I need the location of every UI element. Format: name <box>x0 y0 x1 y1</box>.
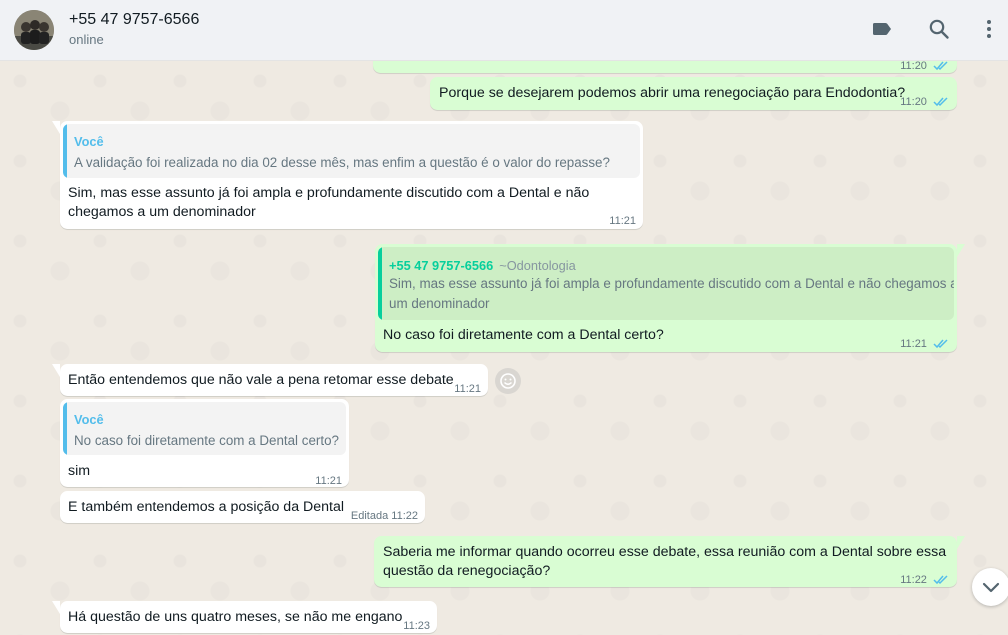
message-text: questão da renegociação? <box>383 563 551 579</box>
quoted-message[interactable]: +55 47 9757-6566 ~Odontologia Sim, mas es… <box>378 247 954 320</box>
message-text: No caso foi diretamente com a Dental cer… <box>383 327 664 343</box>
message-outgoing[interactable]: +55 47 9757-6566 ~Odontologia Sim, mas es… <box>375 244 965 354</box>
quote-bar <box>378 247 382 320</box>
message-time: 11:21 <box>900 338 927 350</box>
message-text: sim <box>68 463 91 479</box>
message-incoming[interactable]: Você A validação foi realizada no dia 02… <box>52 121 643 229</box>
double-check-icon <box>933 339 948 349</box>
message-text: E também entendemos a posição da Dental <box>68 499 345 515</box>
message-outgoing[interactable]: Porque se desejarem podemos abrir uma re… <box>430 77 957 110</box>
message-meta: 11:20 <box>900 61 949 76</box>
message-incoming[interactable]: Então entendemos que não vale a pena ret… <box>52 364 488 396</box>
search-icon[interactable] <box>927 17 951 41</box>
quote-text: um denominador <box>389 296 490 311</box>
message-incoming[interactable]: Você No caso foi diretamente com a Denta… <box>60 399 349 487</box>
message-time: 11:22 <box>391 510 418 522</box>
message-incoming[interactable]: E também entendemos a posição da Dental … <box>60 491 425 523</box>
chat-header: +55 47 9757-6566 online <box>0 0 1008 61</box>
quote-text: No caso foi diretamente com a Dental cer… <box>74 433 339 448</box>
double-check-icon <box>933 61 948 71</box>
message-time: 11:20 <box>900 96 927 108</box>
quote-text: Sim, mas esse assunto já foi ampla e pro… <box>389 276 954 291</box>
bubble-tail <box>957 536 965 549</box>
message-time: 11:23 <box>403 620 430 632</box>
quote-author: Você <box>74 134 104 149</box>
message-time: 11:21 <box>315 475 342 487</box>
message-text: Sim, mas esse assunto já foi ampla e pro… <box>68 185 590 201</box>
quote-author-name: +55 47 9757-6566 <box>389 258 494 273</box>
quoted-message[interactable]: Você No caso foi diretamente com a Denta… <box>63 402 346 455</box>
message-meta: 11:21 <box>900 335 949 354</box>
message-meta: Editada 11:22 <box>351 507 418 526</box>
group-photo-icon <box>14 10 54 50</box>
bubble-tail <box>52 364 60 377</box>
menu-icon[interactable] <box>977 17 1001 41</box>
message-time: 11:22 <box>900 574 927 586</box>
bubble-tail <box>52 121 60 134</box>
quote-author-group: ~Odontologia <box>499 258 576 273</box>
quote-bar <box>63 124 67 178</box>
quote-text: A validação foi realizada no dia 02 dess… <box>74 155 610 170</box>
double-check-icon <box>933 97 948 107</box>
contact-name[interactable]: +55 47 9757-6566 <box>69 11 199 29</box>
bubble-tail <box>957 244 965 257</box>
message-time: 11:21 <box>454 383 481 395</box>
message-incoming[interactable]: Há questão de uns quatro meses, se não m… <box>52 601 437 633</box>
message-time: 11:20 <box>900 61 927 72</box>
react-emoji-button[interactable] <box>495 368 521 394</box>
message-outgoing[interactable]: Saberia me informar quando ocorreu esse … <box>374 536 965 590</box>
quote-bar <box>63 402 67 455</box>
double-check-icon <box>933 575 948 585</box>
message-text: Então entendemos que não vale a pena ret… <box>68 372 454 388</box>
quote-author: +55 47 9757-6566 ~Odontologia <box>389 256 576 275</box>
message-time: 11:21 <box>609 215 636 227</box>
message-meta: 11:20 <box>900 93 949 112</box>
message-list[interactable]: 11:20 Porque se desejarem podemos abrir … <box>0 61 1008 635</box>
chevron-down-icon <box>982 582 1000 593</box>
message-outgoing[interactable]: 11:20 <box>373 61 957 73</box>
message-text: Porque se desejarem podemos abrir uma re… <box>439 85 906 101</box>
smiley-icon <box>500 373 516 389</box>
quoted-message[interactable]: Você A validação foi realizada no dia 02… <box>63 124 640 178</box>
message-text: chegamos a um denominador <box>68 204 256 220</box>
quote-author: Você <box>74 412 104 427</box>
contact-status: online <box>69 32 104 47</box>
message-meta: 11:22 <box>900 571 949 590</box>
contact-avatar[interactable] <box>14 10 54 50</box>
edited-label: Editada <box>350 510 389 522</box>
scroll-to-bottom-button[interactable] <box>972 568 1008 606</box>
message-text: Há questão de uns quatro meses, se não m… <box>68 609 403 625</box>
label-icon[interactable] <box>870 17 894 41</box>
message-text: Saberia me informar quando ocorreu esse … <box>383 544 947 560</box>
bubble-tail <box>52 601 60 614</box>
